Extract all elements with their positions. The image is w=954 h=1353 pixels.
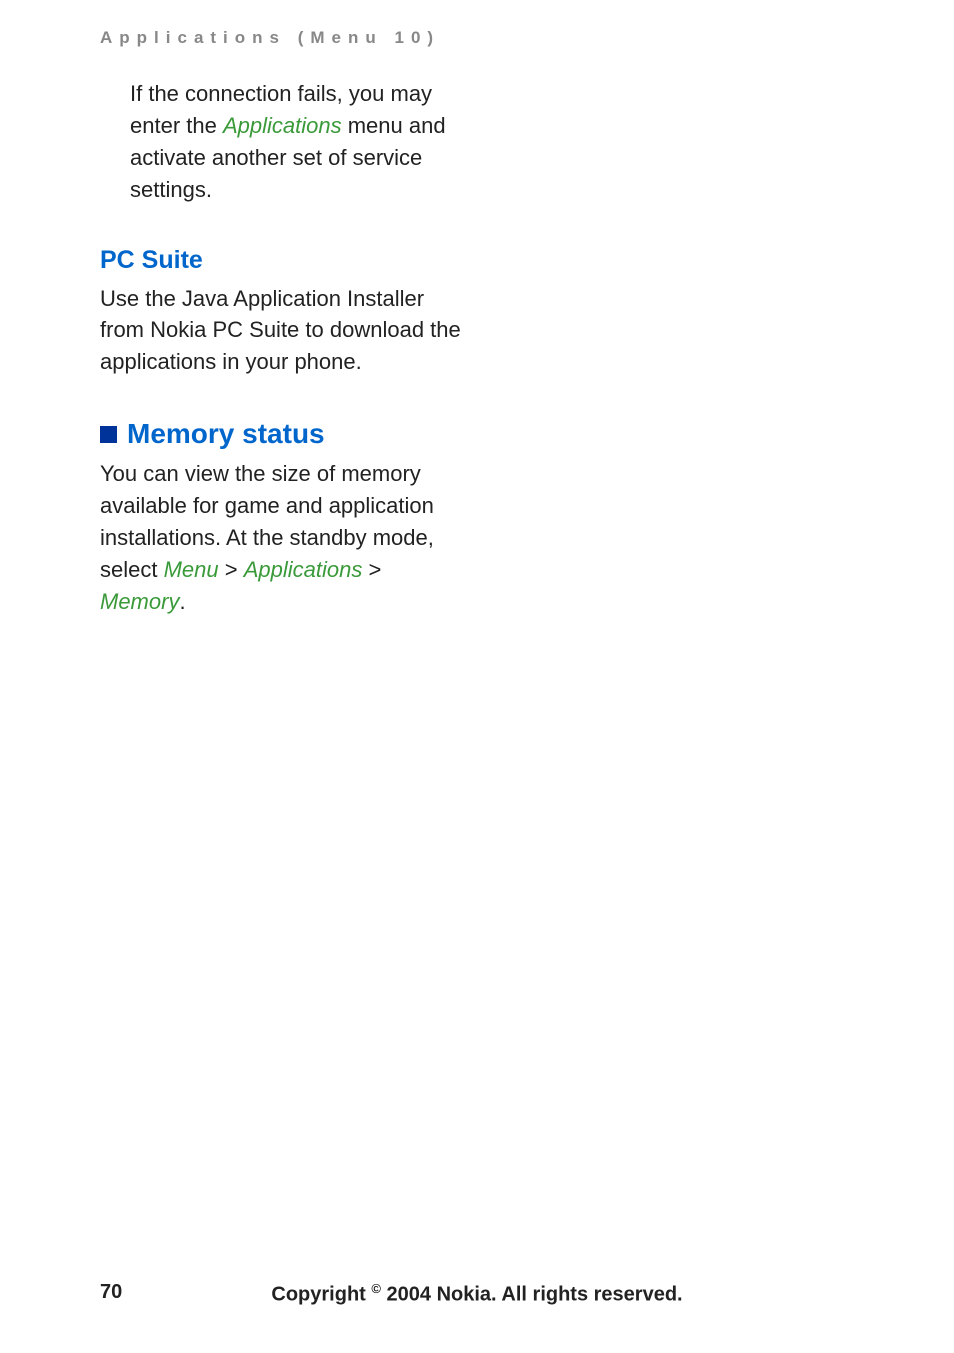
menu-link: Menu — [164, 557, 219, 582]
copyright-post: 2004 Nokia. All rights reserved. — [381, 1284, 683, 1306]
sep1: > — [219, 557, 244, 582]
pc-suite-heading: PC Suite — [100, 246, 470, 275]
memory-status-heading: Memory status — [127, 418, 325, 450]
copyright-pre: Copyright — [271, 1284, 371, 1306]
square-bullet-icon — [100, 426, 117, 443]
memory-link: Memory — [100, 589, 179, 614]
page-header: Applications (Menu 10) — [100, 28, 440, 48]
main-content: If the connection fails, you may enter t… — [100, 78, 470, 618]
sep2: > — [362, 557, 381, 582]
applications-path-link: Applications — [244, 557, 363, 582]
applications-link: Applications — [223, 113, 342, 138]
memory-status-body: You can view the size of memory availabl… — [100, 458, 470, 617]
intro-paragraph: If the connection fails, you may enter t… — [130, 78, 470, 206]
copyright-text: Copyright © 2004 Nokia. All rights reser… — [0, 1281, 954, 1307]
memory-status-heading-wrap: Memory status — [100, 418, 470, 450]
copyright-symbol: © — [371, 1281, 381, 1296]
period: . — [179, 589, 185, 614]
pc-suite-body: Use the Java Application Installer from … — [100, 283, 470, 379]
